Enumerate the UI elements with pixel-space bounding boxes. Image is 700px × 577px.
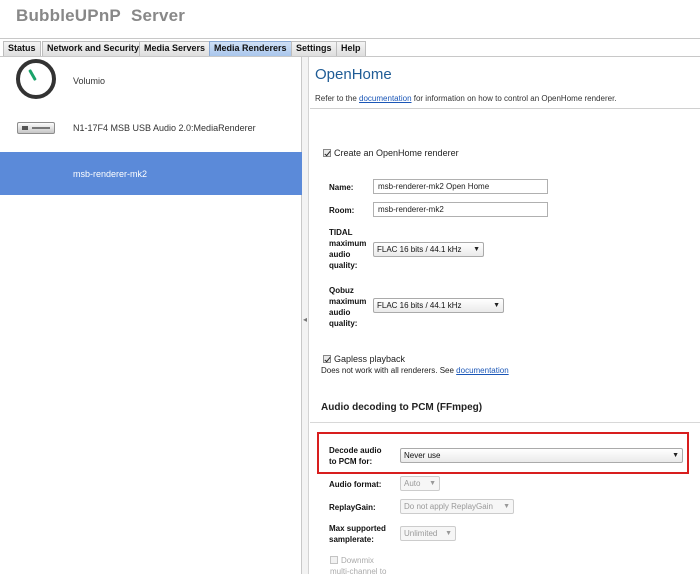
create-openhome-label: Create an OpenHome renderer bbox=[334, 148, 459, 158]
tab-network-and-security[interactable]: Network and Security bbox=[42, 41, 145, 56]
create-openhome-checkbox[interactable] bbox=[323, 149, 331, 157]
tab-status[interactable]: Status bbox=[3, 41, 41, 56]
panel-splitter[interactable]: ◂ bbox=[302, 57, 309, 574]
tab-bar: Status Network and Security Media Server… bbox=[0, 38, 700, 57]
tidal-quality-label: TIDAL maximum audio quality: bbox=[329, 228, 367, 270]
gapless-label: Gapless playback bbox=[334, 354, 406, 364]
gapless-checkbox[interactable] bbox=[323, 355, 331, 363]
renderer-item-n1-17f4[interactable]: N1-17F4 MSB USB Audio 2.0:MediaRenderer bbox=[0, 103, 302, 149]
samplerate-select: Unlimited ▼ bbox=[400, 526, 456, 541]
desc-text: Refer to the bbox=[315, 94, 360, 103]
gapless-note: Does not work with all renderers. See do… bbox=[321, 366, 509, 375]
dropdown-arrow-icon: ▼ bbox=[493, 302, 500, 309]
audio-format-value: Auto bbox=[404, 479, 421, 488]
samplerate-value: Unlimited bbox=[404, 529, 438, 538]
tidal-quality-value: FLAC 16 bits / 44.1 kHz bbox=[377, 245, 462, 254]
app-title-sub: Server bbox=[130, 6, 186, 25]
room-input[interactable]: msb-renderer-mk2 bbox=[373, 202, 548, 217]
name-input[interactable]: msb-renderer-mk2 Open Home bbox=[373, 179, 548, 194]
replaygain-value: Do not apply ReplayGain bbox=[404, 502, 493, 511]
replaygain-label: ReplayGain: bbox=[329, 503, 376, 512]
audio-device-icon bbox=[17, 122, 55, 134]
audio-format-select: Auto ▼ bbox=[400, 476, 440, 491]
app-header: BubbleUPnP Server bbox=[0, 0, 700, 40]
renderer-label: Volumio bbox=[73, 76, 106, 86]
app-title: BubbleUPnP Server bbox=[16, 6, 185, 26]
downmix-label-2: multi-channel to bbox=[330, 567, 387, 576]
tab-media-servers[interactable]: Media Servers bbox=[139, 41, 211, 56]
qobuz-quality-value: FLAC 16 bits / 44.1 kHz bbox=[377, 301, 462, 310]
openhome-title: OpenHome bbox=[315, 66, 392, 83]
desc-text: for information on how to control an Ope… bbox=[411, 94, 617, 103]
samplerate-label: Max supported samplerate: bbox=[329, 524, 386, 544]
qobuz-quality-label: Qobuz maximum audio quality: bbox=[329, 286, 367, 328]
dropdown-arrow-icon: ▼ bbox=[429, 480, 436, 487]
renderer-label: msb-renderer-mk2 bbox=[73, 169, 148, 179]
dropdown-arrow-icon: ▼ bbox=[445, 530, 452, 537]
downmix-label: Downmix bbox=[341, 556, 374, 565]
tidal-quality-select[interactable]: FLAC 16 bits / 44.1 kHz ▼ bbox=[373, 242, 484, 257]
name-label: Name: bbox=[329, 183, 354, 192]
splitter-grip-icon: ◂ bbox=[303, 315, 308, 324]
highlight-annotation bbox=[317, 432, 689, 474]
renderer-settings-panel: OpenHome Refer to the documentation for … bbox=[310, 57, 700, 576]
downmix-checkbox bbox=[330, 556, 338, 564]
tab-help[interactable]: Help bbox=[336, 41, 366, 56]
replaygain-select: Do not apply ReplayGain ▼ bbox=[400, 499, 514, 514]
section-divider bbox=[310, 422, 700, 423]
dropdown-arrow-icon: ▼ bbox=[473, 246, 480, 253]
audio-format-label: Audio format: bbox=[329, 480, 382, 489]
qobuz-quality-select[interactable]: FLAC 16 bits / 44.1 kHz ▼ bbox=[373, 298, 504, 313]
renderer-label: N1-17F4 MSB USB Audio 2.0:MediaRenderer bbox=[73, 123, 256, 133]
gapless-row: Gapless playback bbox=[323, 354, 405, 364]
gapless-documentation-link[interactable]: documentation bbox=[456, 366, 508, 375]
volume-knob-icon bbox=[16, 59, 56, 99]
renderer-list: Volumio N1-17F4 MSB USB Audio 2.0:MediaR… bbox=[0, 57, 302, 574]
tab-media-renderers[interactable]: Media Renderers bbox=[209, 41, 292, 56]
dropdown-arrow-icon: ▼ bbox=[503, 503, 510, 510]
renderer-item-volumio[interactable]: Volumio bbox=[0, 57, 302, 103]
app-title-main: BubbleUPnP bbox=[16, 6, 121, 25]
tab-settings[interactable]: Settings bbox=[291, 41, 337, 56]
create-openhome-row: Create an OpenHome renderer bbox=[323, 148, 459, 158]
room-label: Room: bbox=[329, 206, 355, 215]
documentation-link[interactable]: documentation bbox=[359, 94, 411, 103]
openhome-header: OpenHome Refer to the documentation for … bbox=[310, 57, 700, 109]
gapless-note-text: Does not work with all renderers. See bbox=[321, 366, 457, 375]
openhome-description: Refer to the documentation for informati… bbox=[315, 94, 617, 103]
renderer-item-msb-renderer-mk2[interactable]: msb-renderer-mk2 bbox=[0, 152, 302, 195]
decoding-section-title: Audio decoding to PCM (FFmpeg) bbox=[321, 402, 483, 413]
